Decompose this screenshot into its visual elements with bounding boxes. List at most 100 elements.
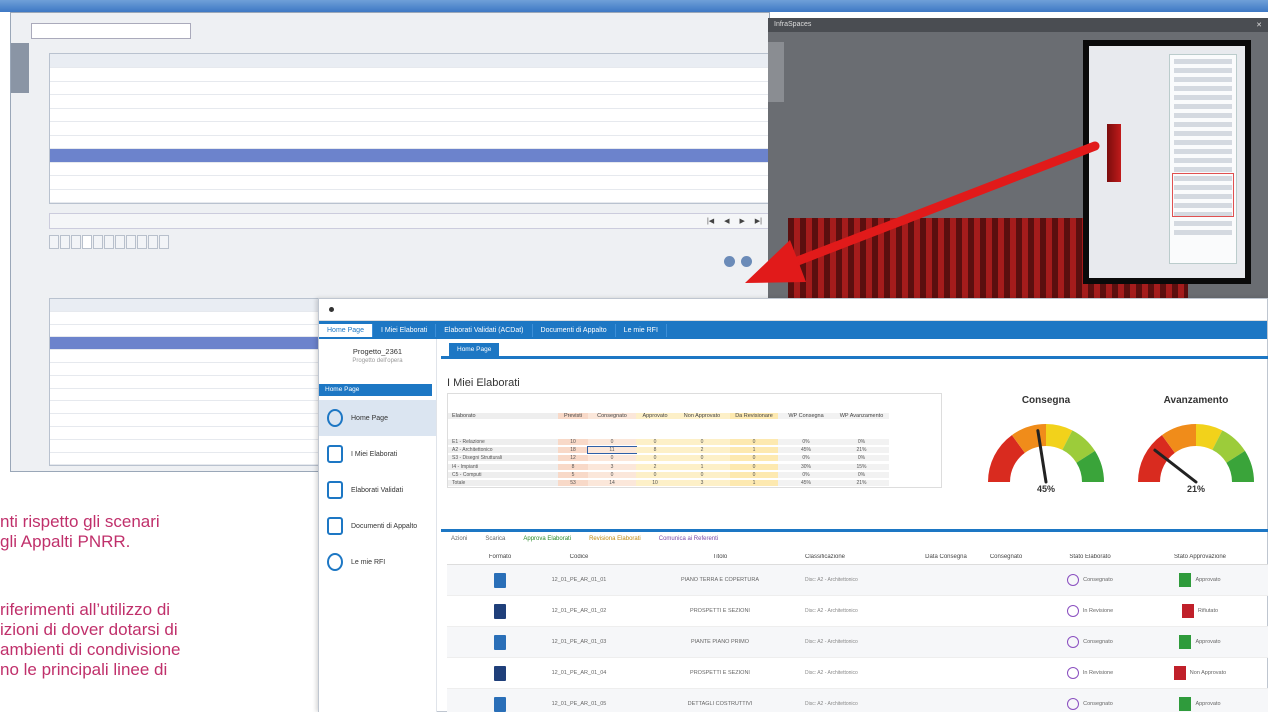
- table-row[interactable]: 12_01_PE_AR_01_04 PROSPETTI E SEZIONI Disc…: [447, 658, 1268, 689]
- column-header[interactable]: Data Consegna: [915, 554, 977, 560]
- refresh-icon[interactable]: [724, 256, 735, 267]
- sidebar-item-home[interactable]: Home Page: [319, 400, 436, 436]
- tab[interactable]: [159, 235, 169, 249]
- table-row[interactable]: [50, 82, 770, 95]
- table-row[interactable]: 12_01_PE_AR_01_05 DETTAGLI COSTRUTTIVI Dis…: [447, 689, 1268, 712]
- actions-button[interactable]: Azioni: [451, 536, 467, 542]
- subtab-home[interactable]: Home Page: [449, 343, 500, 356]
- summary-cell: 0: [588, 455, 636, 462]
- sidebar-item-rfi[interactable]: Le mie RFI: [319, 544, 436, 580]
- viewer-titlebar: InfraSpaces ✕: [768, 18, 1268, 32]
- notify-button[interactable]: Comunica ai Referenti: [659, 536, 718, 542]
- column-header[interactable]: Classificazione: [805, 554, 915, 560]
- nav-rfi[interactable]: Le mie RFI: [616, 323, 667, 337]
- summary-header: Elaborato Previsti Consegnato Approvato …: [448, 394, 941, 438]
- pager-first-icon[interactable]: |◀: [707, 218, 714, 225]
- pager-prev-icon[interactable]: ◀: [724, 218, 729, 225]
- slide-line: ambienti di condivisione: [0, 640, 181, 659]
- document-tab[interactable]: [31, 23, 191, 39]
- approval-status[interactable]: Rifiutato: [1145, 604, 1255, 618]
- tab[interactable]: [104, 235, 114, 249]
- summary-header-cell: WP Consegna: [778, 413, 834, 419]
- tab[interactable]: [60, 235, 70, 249]
- column-header[interactable]: Consegnato: [977, 554, 1035, 560]
- summary-header-cell: Non Approvato: [674, 413, 730, 419]
- table-row-selected[interactable]: [50, 149, 770, 163]
- approve-button[interactable]: Approva Elaborati: [523, 536, 571, 542]
- sidebar-item-validated[interactable]: Elaborati Validati: [319, 472, 436, 508]
- summary-cell: 0%: [778, 471, 834, 478]
- drawing-title: PROSPETTI E SEZIONI: [690, 608, 750, 614]
- approval-status[interactable]: Approvato: [1145, 697, 1255, 711]
- summary-cell: 1: [674, 463, 730, 470]
- table-row[interactable]: 12_01_PE_AR_01_03 PIANTE PIANO PRIMO Disc:…: [447, 627, 1268, 658]
- close-icon[interactable]: ✕: [1256, 21, 1262, 29]
- acdat-topbar: [319, 299, 1267, 321]
- column-header[interactable]: Formato: [477, 554, 523, 560]
- column-header[interactable]: Titolo: [635, 554, 805, 560]
- sidebar-item-tender-docs[interactable]: Documenti di Appalto: [319, 508, 436, 544]
- tab[interactable]: [148, 235, 158, 249]
- pager-next-icon[interactable]: ▶: [739, 218, 744, 225]
- drawing-status[interactable]: Consegnato: [1035, 636, 1145, 648]
- table-row[interactable]: [50, 176, 770, 190]
- approval-status[interactable]: Approvato: [1145, 573, 1255, 587]
- summary-header-cell: Da Revisionare: [730, 413, 778, 419]
- summary-row[interactable]: S3 - Disegni Strutturali 12 0 0 0 0 0% 0%: [448, 454, 941, 462]
- grid-header: [50, 54, 770, 68]
- summary-row[interactable]: E1 - Relazione 10 0 0 0 0 0% 0%: [448, 438, 941, 446]
- table-row[interactable]: [50, 109, 770, 122]
- tab[interactable]: [137, 235, 147, 249]
- pager[interactable]: |◀ ◀ ▶ ▶|: [707, 217, 770, 225]
- slide-paragraph-2: riferimenti all’utilizzo di izioni di do…: [0, 600, 300, 680]
- side-panel-strip[interactable]: [11, 43, 29, 93]
- approval-status[interactable]: Approvato: [1145, 635, 1255, 649]
- column-header[interactable]: Codice: [523, 554, 635, 560]
- nav-tender-docs[interactable]: Documenti di Appalto: [533, 323, 616, 337]
- tab[interactable]: [71, 235, 81, 249]
- approval-icon: [1179, 697, 1192, 711]
- drawing-status[interactable]: In Revisione: [1035, 605, 1145, 617]
- nav-home[interactable]: Home Page: [319, 323, 373, 337]
- drawing-title: DETTAGLI COSTRUTTIVI: [687, 701, 753, 707]
- drawing-status[interactable]: Consegnato: [1035, 574, 1145, 586]
- summary-row[interactable]: I4 - Impianti 8 3 2 1 0 30% 15%: [448, 463, 941, 471]
- summary-cell: 1: [730, 447, 778, 454]
- settings-icon[interactable]: [740, 256, 752, 267]
- column-header[interactable]: Stato Approvazione: [1145, 554, 1255, 560]
- viewer-side-strip[interactable]: [768, 42, 784, 102]
- summary-cell: 2: [636, 463, 674, 470]
- tab-active[interactable]: [82, 235, 92, 249]
- summary-cell: 0%: [778, 455, 834, 462]
- approval-status[interactable]: Non Approvato: [1145, 666, 1255, 680]
- table-row[interactable]: [50, 136, 770, 149]
- tab[interactable]: [93, 235, 103, 249]
- nav-validated[interactable]: Elaborati Validati (ACDat): [436, 323, 533, 337]
- tab[interactable]: [115, 235, 125, 249]
- tab[interactable]: [126, 235, 136, 249]
- table-row[interactable]: [50, 190, 770, 203]
- drawing-status[interactable]: In Revisione: [1035, 667, 1145, 679]
- summary-row[interactable]: A2 - Architettonico 18 11 8 2 1 45% 21%: [448, 446, 941, 455]
- column-header[interactable]: Stato Elaborato: [1035, 554, 1145, 560]
- sidebar-item-label: Le mie RFI: [351, 558, 386, 566]
- table-row[interactable]: [50, 122, 770, 136]
- sidebar-item-my-drawings[interactable]: I Miei Elaborati: [319, 436, 436, 472]
- nav-my-drawings[interactable]: I Miei Elaborati: [373, 323, 437, 337]
- tab[interactable]: [49, 235, 59, 249]
- file-format-icon: [477, 603, 523, 619]
- summary-row[interactable]: Totale 53 14 10 3 1 45% 21%: [448, 479, 941, 487]
- model-viewer[interactable]: InfraSpaces ✕: [768, 18, 1268, 300]
- revise-button[interactable]: Revisiona Elaborati: [589, 536, 641, 542]
- sidebar-item-label: I Miei Elaborati: [351, 450, 398, 458]
- table-row[interactable]: 12_01_PE_AR_01_02 PROSPETTI E SEZIONI Disc…: [447, 596, 1268, 627]
- table-row[interactable]: [50, 163, 770, 176]
- download-button[interactable]: Scarica: [485, 536, 505, 542]
- table-row[interactable]: 12_01_PE_AR_01_01 PIANO TERRA E COPERTURA…: [447, 565, 1268, 596]
- drawing-status[interactable]: Consegnato: [1035, 698, 1145, 710]
- table-row[interactable]: [50, 95, 770, 109]
- summary-row[interactable]: C5 - Computi 5 0 0 0 0 0% 0%: [448, 471, 941, 479]
- table-row[interactable]: [50, 68, 770, 82]
- pager-last-icon[interactable]: ▶|: [755, 218, 762, 225]
- file-format-icon: [477, 572, 523, 588]
